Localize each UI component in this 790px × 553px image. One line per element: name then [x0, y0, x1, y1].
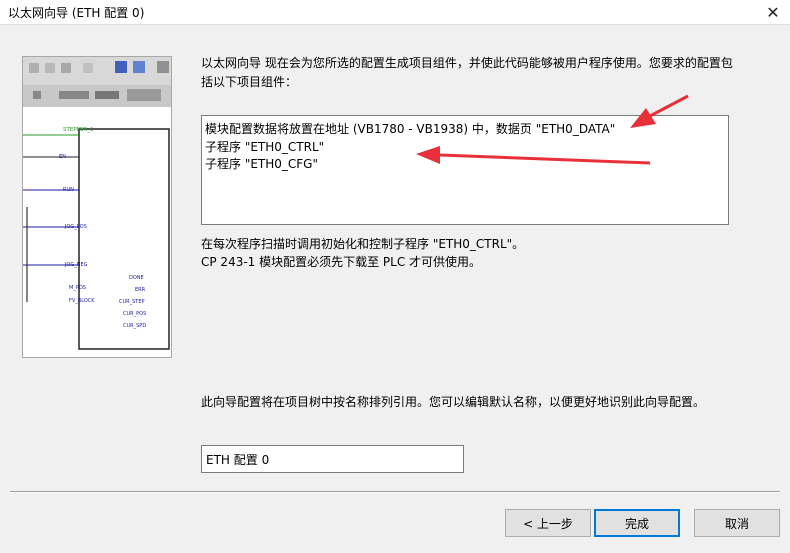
- note-line-2: CP 243-1 模块配置必须先下载至 PLC 才可供使用。: [201, 255, 482, 269]
- note-line-1: 在每次程序扫描时调用初始化和控制子程序 "ETH0_CTRL"。: [201, 237, 525, 251]
- input-jogpos-label: JOG_POS: [64, 224, 87, 230]
- close-icon[interactable]: ✕: [756, 0, 790, 24]
- cancel-button[interactable]: 取消: [694, 509, 780, 537]
- config-name-input[interactable]: ETH 配置 0: [201, 445, 464, 473]
- output-curpos-label: CUR_POS: [123, 311, 146, 317]
- input-mpos-label: M_POS: [69, 285, 86, 291]
- input-run-label: RUN: [63, 187, 74, 193]
- back-button[interactable]: < 上一步: [505, 509, 591, 537]
- list-item[interactable]: 子程序 "ETH0_CTRL": [205, 138, 324, 155]
- window-title: 以太网向导 (ETH 配置 0): [8, 6, 145, 20]
- intro-line-1: 以太网向导 现在会为您所选的配置生成项目组件，并使此代码能够被用户程序使用。您要…: [201, 56, 733, 70]
- components-list[interactable]: 模块配置数据将放置在地址 (VB1780 - VB1938) 中，数据页 "ET…: [201, 115, 729, 225]
- output-curspd-label: CUR_SPD: [123, 323, 146, 329]
- ladder-block-diagram: STEPPER_1 EN RUN JOG_POS JOG_NEG M_POS F…: [23, 57, 171, 350]
- title-bar: 以太网向导 (ETH 配置 0) ✕: [0, 0, 790, 25]
- wizard-illustration: STEPPER_1 EN RUN JOG_POS JOG_NEG M_POS F…: [22, 56, 172, 358]
- output-err-label: ERR: [135, 287, 146, 293]
- intro-line-2: 括以下项目组件：: [201, 75, 298, 89]
- naming-instructions: 此向导配置将在项目树中按名称排列引用。您可以编辑默认名称，以便更好地识别此向导配…: [201, 395, 706, 409]
- input-en-label: EN: [59, 154, 66, 160]
- finish-button[interactable]: 完成: [594, 509, 680, 537]
- input-fvblock-label: FV_BLOCK: [69, 298, 95, 304]
- output-done-label: DONE: [129, 275, 144, 281]
- block-name-label: STEPPER_1: [63, 127, 94, 133]
- footer-divider: [10, 491, 780, 493]
- input-jogneg-label: JOG_NEG: [64, 262, 88, 268]
- list-item[interactable]: 模块配置数据将放置在地址 (VB1780 - VB1938) 中，数据页 "ET…: [205, 120, 615, 137]
- list-item[interactable]: 子程序 "ETH0_CFG": [205, 155, 318, 172]
- output-curstep-label: CUR_STEP: [119, 299, 145, 305]
